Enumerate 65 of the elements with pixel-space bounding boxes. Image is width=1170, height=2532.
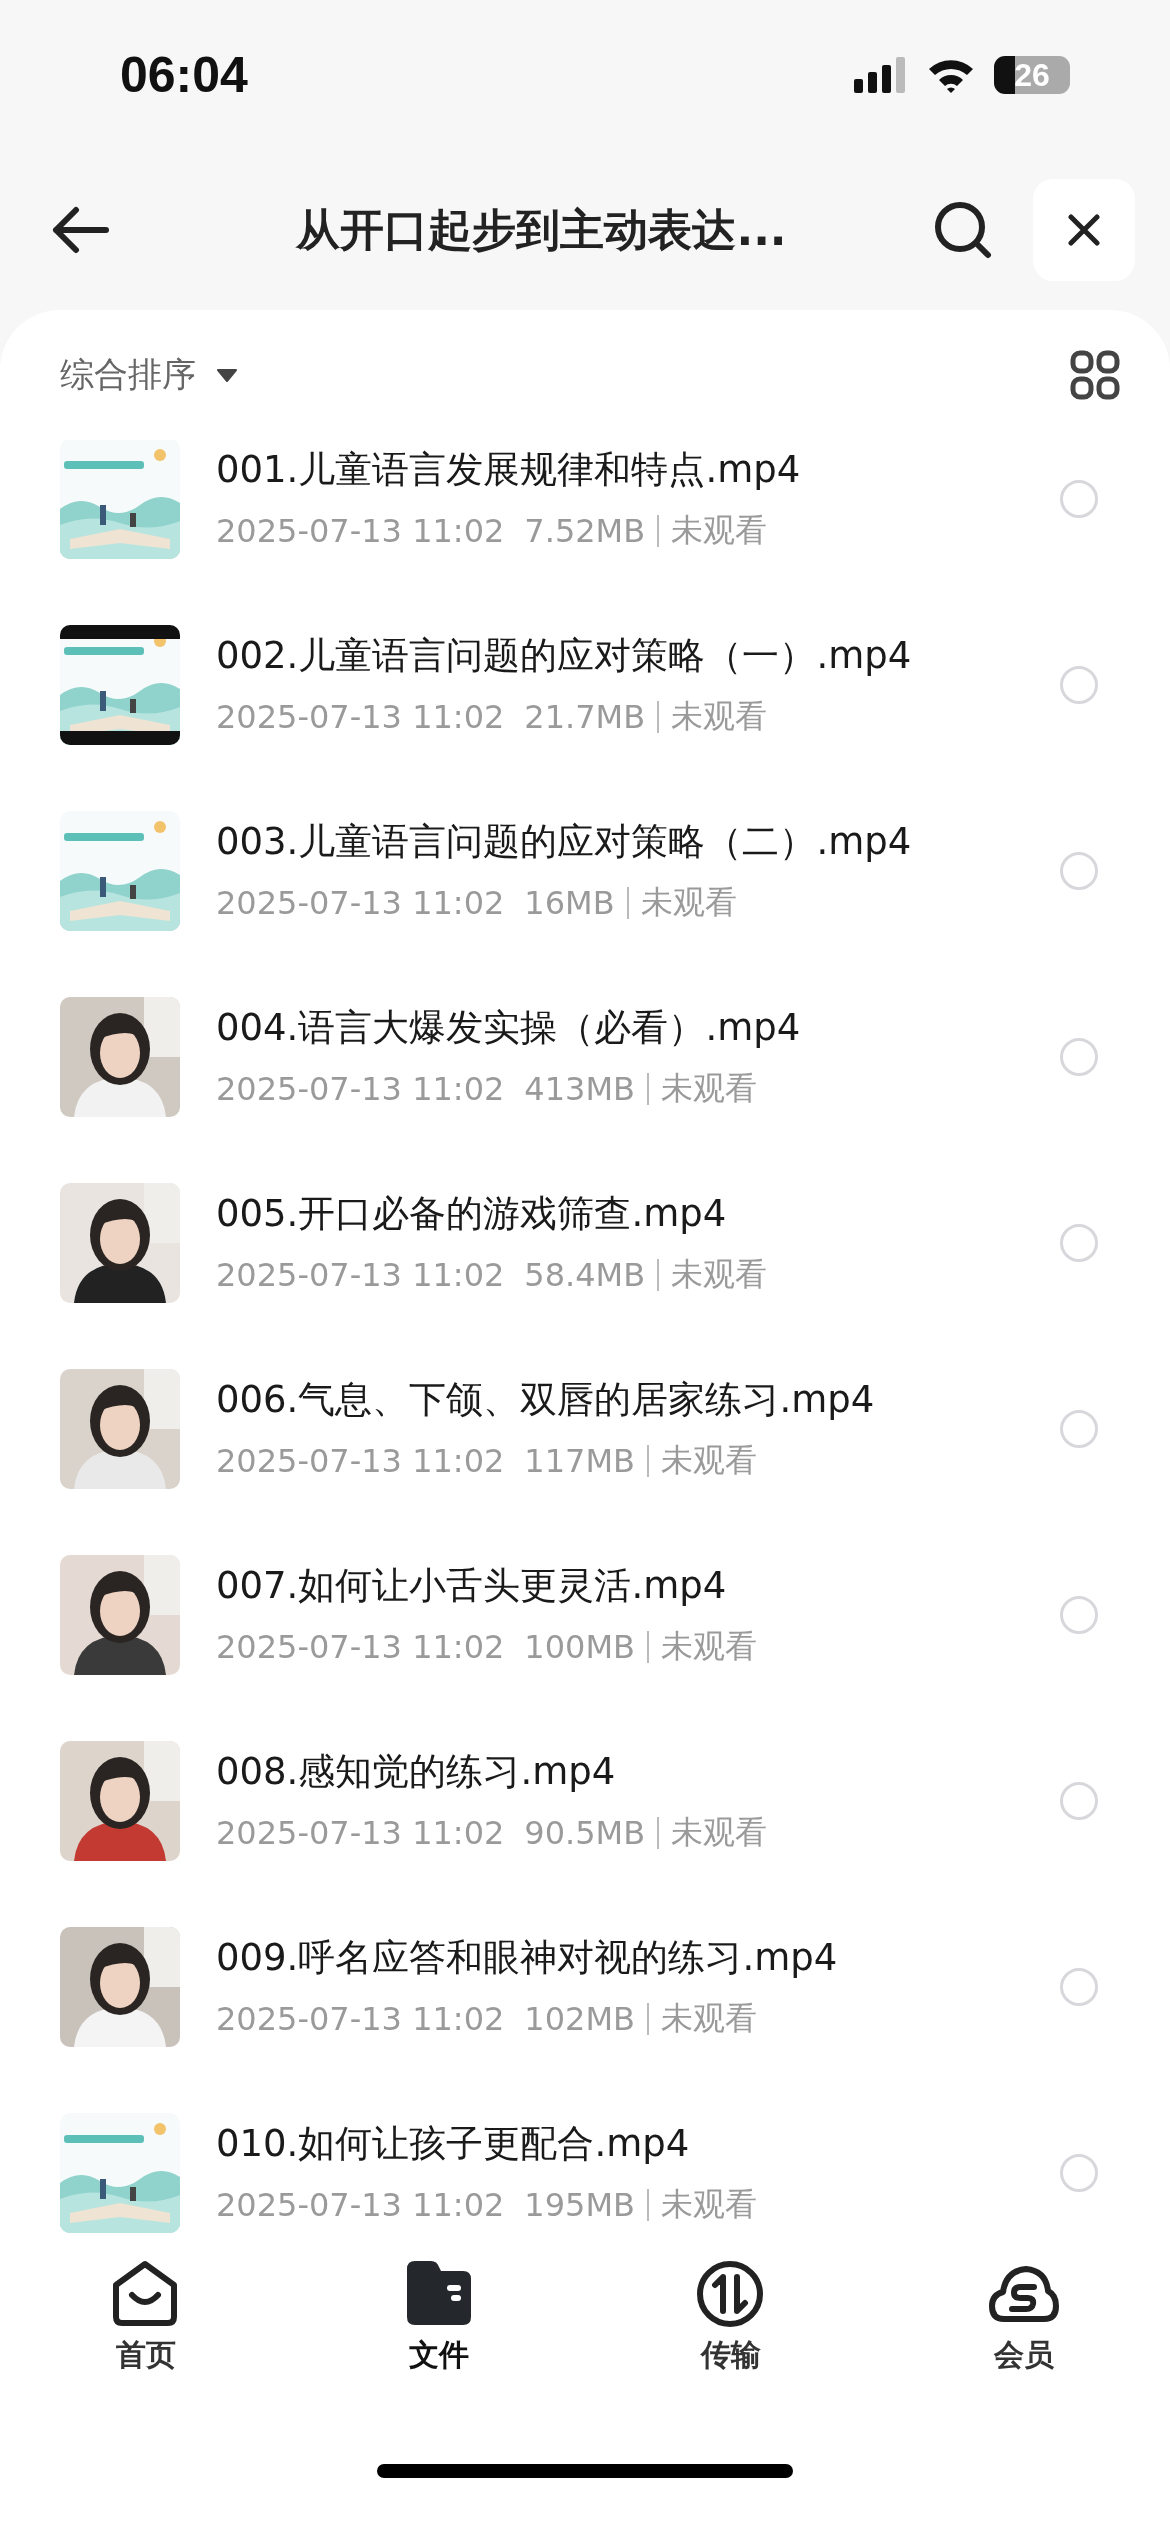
select-circle[interactable] — [1060, 1038, 1098, 1076]
watch-status: 未观看 — [640, 882, 737, 923]
tab-bar-item[interactable]: 传输 — [585, 2259, 878, 2409]
watch-status: 未观看 — [671, 696, 768, 737]
file-size: 100MB — [524, 1628, 635, 1666]
file-date: 2025-07-13 11:02 — [216, 884, 505, 922]
file-name[interactable]: 008.感知觉的练习.mp4 — [216, 1747, 1060, 1797]
file-name[interactable]: 006.气息、下颌、双唇的居家练习.mp4 — [216, 1375, 1060, 1425]
search-icon[interactable] — [933, 200, 993, 260]
watch-status: 未观看 — [671, 510, 768, 551]
file-size: 195MB — [524, 2186, 635, 2224]
file-name[interactable]: 001.儿童语言发展规律和特点.mp4 — [216, 445, 1060, 495]
file-name[interactable]: 010.如何让孩子更配合.mp4 — [216, 2119, 1060, 2169]
sort-dropdown[interactable]: 综合排序 — [60, 352, 238, 398]
close-button[interactable] — [1033, 179, 1135, 281]
battery-icon: 26 — [994, 56, 1070, 94]
file-size: 90.5MB — [524, 1814, 646, 1852]
file-size: 7.52MB — [524, 512, 646, 550]
file-date: 2025-07-13 11:02 — [216, 1070, 505, 1108]
file-size: 413MB — [524, 1070, 635, 1108]
caret-icon — [216, 368, 238, 382]
select-circle[interactable] — [1060, 2154, 1098, 2192]
file-size: 16MB — [524, 884, 615, 922]
tab-bar-item[interactable]: 首页 — [0, 2259, 293, 2409]
file-size: 117MB — [524, 1442, 635, 1480]
file-date: 2025-07-13 11:02 — [216, 1628, 505, 1666]
status-time: 06:04 — [120, 46, 248, 104]
watch-status: 未观看 — [661, 2184, 757, 2225]
file-name[interactable]: 007.如何让小舌头更灵活.mp4 — [216, 1561, 1060, 1611]
folder-title: 从开口起步到主动表达... — [294, 202, 788, 257]
file-date: 2025-07-13 11:02 — [216, 698, 505, 736]
tab-bar-item[interactable]: 文件 — [292, 2259, 585, 2409]
select-circle[interactable] — [1060, 1782, 1098, 1820]
file-name[interactable]: 009.呼名应答和眼神对视的练习.mp4 — [216, 1933, 1060, 1983]
select-circle[interactable] — [1060, 1968, 1098, 2006]
watch-status: 未观看 — [661, 1068, 757, 1109]
watch-status: 未观看 — [671, 1812, 768, 1853]
file-name[interactable]: 004.语言大爆发实操（必看）.mp4 — [216, 1003, 1060, 1053]
grid-view-icon[interactable] — [1070, 350, 1120, 400]
file-size: 102MB — [524, 2000, 635, 2038]
watch-status: 未观看 — [671, 1254, 768, 1295]
watch-status: 未观看 — [661, 1440, 757, 1481]
watch-status: 未观看 — [661, 1626, 757, 1667]
select-circle[interactable] — [1060, 480, 1098, 518]
file-size: 21.7MB — [524, 698, 646, 736]
select-circle[interactable] — [1060, 1410, 1098, 1448]
file-date: 2025-07-13 11:02 — [216, 1814, 505, 1852]
signal-icon — [854, 57, 908, 93]
select-circle[interactable] — [1060, 852, 1098, 890]
tab-bar-item[interactable]: 会员 — [877, 2259, 1170, 2409]
file-date: 2025-07-13 11:02 — [216, 2000, 505, 2038]
back-arrow-icon[interactable] — [50, 206, 110, 254]
select-circle[interactable] — [1060, 666, 1098, 704]
file-name[interactable]: 003.儿童语言问题的应对策略（二）.mp4 — [216, 817, 1060, 867]
select-circle[interactable] — [1060, 1224, 1098, 1262]
file-date: 2025-07-13 11:02 — [216, 1442, 505, 1480]
file-date: 2025-07-13 11:02 — [216, 1256, 505, 1294]
watch-status: 未观看 — [661, 1998, 757, 2039]
close-icon — [1068, 214, 1100, 246]
file-date: 2025-07-13 11:02 — [216, 512, 505, 550]
file-date: 2025-07-13 11:02 — [216, 2186, 505, 2224]
select-circle[interactable] — [1060, 1596, 1098, 1634]
file-name[interactable]: 005.开口必备的游戏筛查.mp4 — [216, 1189, 1060, 1239]
file-size: 58.4MB — [524, 1256, 646, 1294]
file-name[interactable]: 002.儿童语言问题的应对策略（一）.mp4 — [216, 631, 1060, 681]
